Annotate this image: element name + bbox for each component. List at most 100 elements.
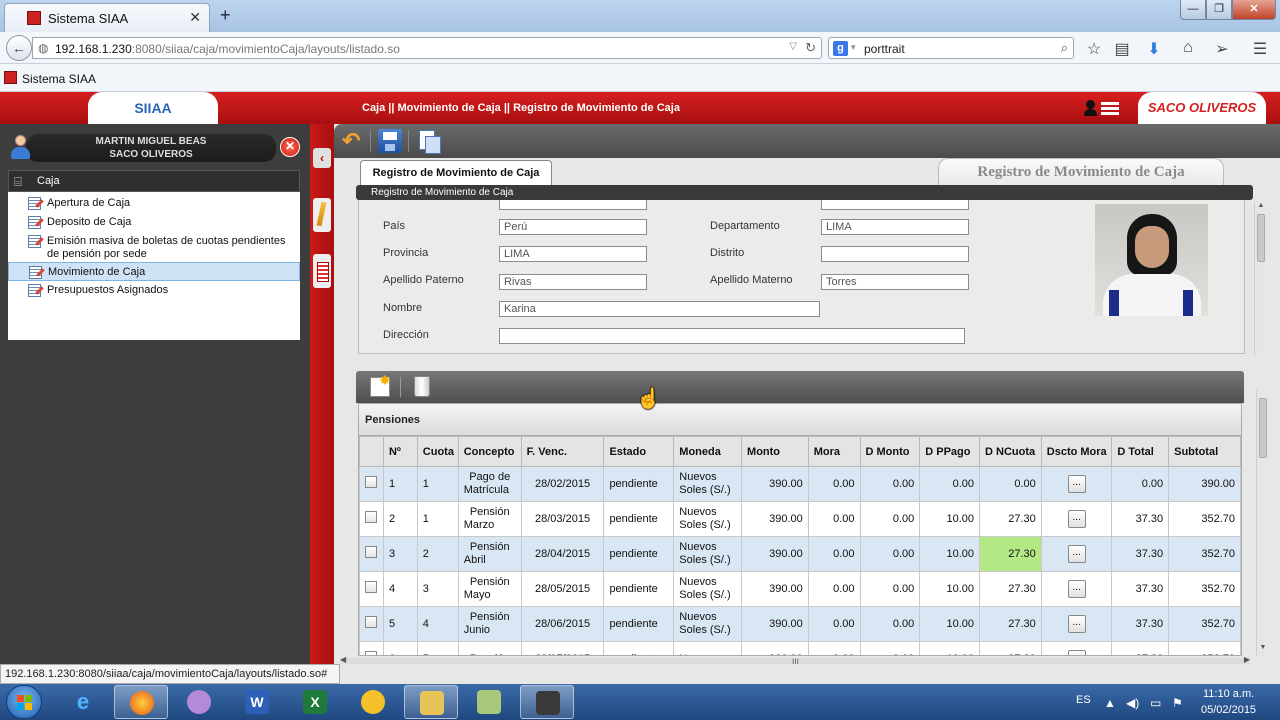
row-checkbox[interactable]: [365, 581, 378, 593]
scroll-down-icon[interactable]: ▼: [1257, 644, 1269, 651]
column-header[interactable]: [359, 436, 384, 467]
column-header[interactable]: Subtotal: [1168, 436, 1241, 467]
tree-root-caja[interactable]: ⌸ Caja: [8, 170, 300, 192]
browser-tab[interactable]: Sistema SIAA ✕: [4, 3, 210, 32]
taskbar-ie[interactable]: e: [56, 685, 110, 719]
dscto-mora-button[interactable]: ...: [1067, 545, 1086, 563]
language-indicator[interactable]: ES: [1076, 694, 1091, 706]
column-header[interactable]: Cuota: [416, 436, 459, 467]
checkbox-cell[interactable]: [359, 501, 384, 537]
copy-document-icon[interactable]: [416, 129, 441, 154]
send-icon[interactable]: ➢: [1212, 39, 1232, 59]
search-input[interactable]: porttrait: [864, 42, 905, 56]
tray-arrow-icon[interactable]: ▲: [1104, 696, 1116, 710]
reading-list-icon[interactable]: ▤: [1112, 39, 1132, 59]
column-header[interactable]: Dscto Mora: [1040, 436, 1113, 467]
menu-icon[interactable]: ☰: [1250, 39, 1270, 59]
checkbox-cell[interactable]: [359, 466, 384, 502]
back-arrow-icon[interactable]: [340, 128, 364, 154]
trash-icon[interactable]: [414, 376, 430, 397]
taskbar-excel[interactable]: X: [288, 685, 342, 719]
taskbar-app8[interactable]: [462, 685, 516, 719]
start-button[interactable]: [6, 685, 42, 719]
column-header[interactable]: D NCuota: [979, 436, 1042, 467]
pencil-icon[interactable]: [313, 198, 331, 232]
search-box[interactable]: g ▾ porttrait ⌕: [828, 37, 1074, 59]
column-header[interactable]: F. Venc.: [520, 436, 605, 467]
collapse-sidebar-icon[interactable]: ‹: [313, 148, 331, 168]
dscto-mora-button[interactable]: ...: [1067, 510, 1086, 528]
new-record-icon[interactable]: [370, 372, 391, 397]
column-header[interactable]: D Monto: [859, 436, 921, 467]
taskbar-firefox[interactable]: [114, 685, 168, 719]
nombre-field[interactable]: Karina: [499, 301, 820, 317]
sidebar-item-presupuestos[interactable]: Presupuestos Asignados: [8, 281, 300, 300]
network-icon[interactable]: ▭: [1150, 696, 1161, 710]
url-bar[interactable]: ◍ 192.168.1.230:8080/siiaa/caja/movimien…: [32, 37, 822, 59]
star-icon[interactable]: ☆: [1084, 39, 1104, 59]
clock-date[interactable]: 05/02/2015: [1201, 704, 1256, 716]
scroll-thumb[interactable]: [1259, 398, 1267, 458]
taskbar-app6[interactable]: [346, 685, 400, 719]
checkbox-cell[interactable]: [359, 641, 384, 655]
form-scrollbar[interactable]: ▲: [1254, 202, 1266, 356]
taskbar-app3[interactable]: [172, 685, 226, 719]
table-row[interactable]: 2 1 Pensión Marzo 28/03/2015 pendiente Nuevos S…: [359, 501, 1241, 537]
hidden-field-top-right[interactable]: [821, 200, 969, 210]
checkbox-cell[interactable]: [359, 606, 384, 642]
distrito-field[interactable]: [821, 246, 969, 262]
scroll-right-icon[interactable]: ▶: [1244, 655, 1250, 664]
table-row[interactable]: 3 2 Pensión Abril 28/04/2015 pendiente Nuevos S…: [359, 536, 1241, 572]
row-checkbox[interactable]: [365, 476, 378, 488]
row-checkbox[interactable]: [365, 616, 378, 628]
row-checkbox[interactable]: [365, 546, 378, 558]
hidden-field-top-left[interactable]: [499, 200, 647, 210]
column-header[interactable]: Concepto: [457, 436, 522, 467]
column-header[interactable]: Nº: [382, 436, 418, 467]
maximize-button[interactable]: ❐: [1206, 0, 1232, 20]
provincia-field[interactable]: LIMA: [499, 246, 647, 262]
table-row[interactable]: 65 Pensión 28/07/2015pendiente Nuevos 390.00…: [359, 641, 1241, 655]
back-button[interactable]: ←: [6, 35, 32, 61]
column-header[interactable]: Mora: [807, 436, 861, 467]
notebook-icon[interactable]: [313, 254, 331, 288]
column-header[interactable]: Monto: [741, 436, 809, 467]
dscto-mora-button[interactable]: ...: [1067, 615, 1086, 633]
volume-icon[interactable]: ◀): [1126, 696, 1139, 710]
logout-icon[interactable]: ✕: [280, 137, 300, 157]
close-window-button[interactable]: ✕: [1232, 0, 1276, 20]
scroll-thumb[interactable]: [1257, 214, 1265, 262]
app-logo[interactable]: SIIAA: [88, 92, 218, 124]
bookmark-link[interactable]: Sistema SIAA: [22, 72, 96, 86]
row-checkbox[interactable]: [365, 511, 378, 523]
sidebar-item-deposito[interactable]: Deposito de Caja: [8, 213, 300, 232]
dscto-mora-button[interactable]: ...: [1067, 580, 1086, 598]
clock-time[interactable]: 11:10 a.m.: [1203, 688, 1254, 700]
table-row[interactable]: 1 1 Pago de Matrícula 28/02/2015 pendiente Nue…: [359, 466, 1241, 502]
checkbox-cell[interactable]: [359, 571, 384, 607]
sidebar-item-emision[interactable]: Emisión masiva de boletas de cuotas pend…: [8, 232, 300, 262]
scroll-left-icon[interactable]: ◀: [340, 655, 346, 664]
departamento-field[interactable]: LIMA: [821, 219, 969, 235]
taskbar-explorer[interactable]: [404, 685, 458, 719]
taskbar-word[interactable]: W: [230, 685, 284, 719]
minimize-button[interactable]: —: [1180, 0, 1206, 20]
apellido-materno-field[interactable]: Torres: [821, 274, 969, 290]
tab-registro[interactable]: Registro de Movimiento de Caja: [360, 160, 552, 186]
tab-close-icon[interactable]: ✕: [189, 9, 201, 26]
column-header[interactable]: Moneda: [673, 436, 743, 467]
home-icon[interactable]: ⌂: [1178, 39, 1198, 57]
flag-icon[interactable]: ⚑: [1172, 696, 1183, 710]
download-icon[interactable]: ⬇: [1144, 39, 1164, 59]
dscto-mora-button[interactable]: ...: [1067, 475, 1086, 493]
checkbox-cell[interactable]: [359, 536, 384, 572]
new-tab-button[interactable]: +: [220, 5, 231, 26]
search-engine-dropdown-icon[interactable]: ▾: [851, 42, 856, 53]
user-list-icon[interactable]: [1084, 100, 1120, 116]
taskbar-recorder[interactable]: [520, 685, 574, 719]
page-scrollbar[interactable]: ▼: [1256, 390, 1268, 656]
reload-icon[interactable]: ↻: [805, 40, 816, 56]
sidebar-item-apertura[interactable]: Apertura de Caja: [8, 194, 300, 213]
column-header[interactable]: D Total: [1111, 436, 1170, 467]
google-icon[interactable]: g: [833, 41, 848, 56]
